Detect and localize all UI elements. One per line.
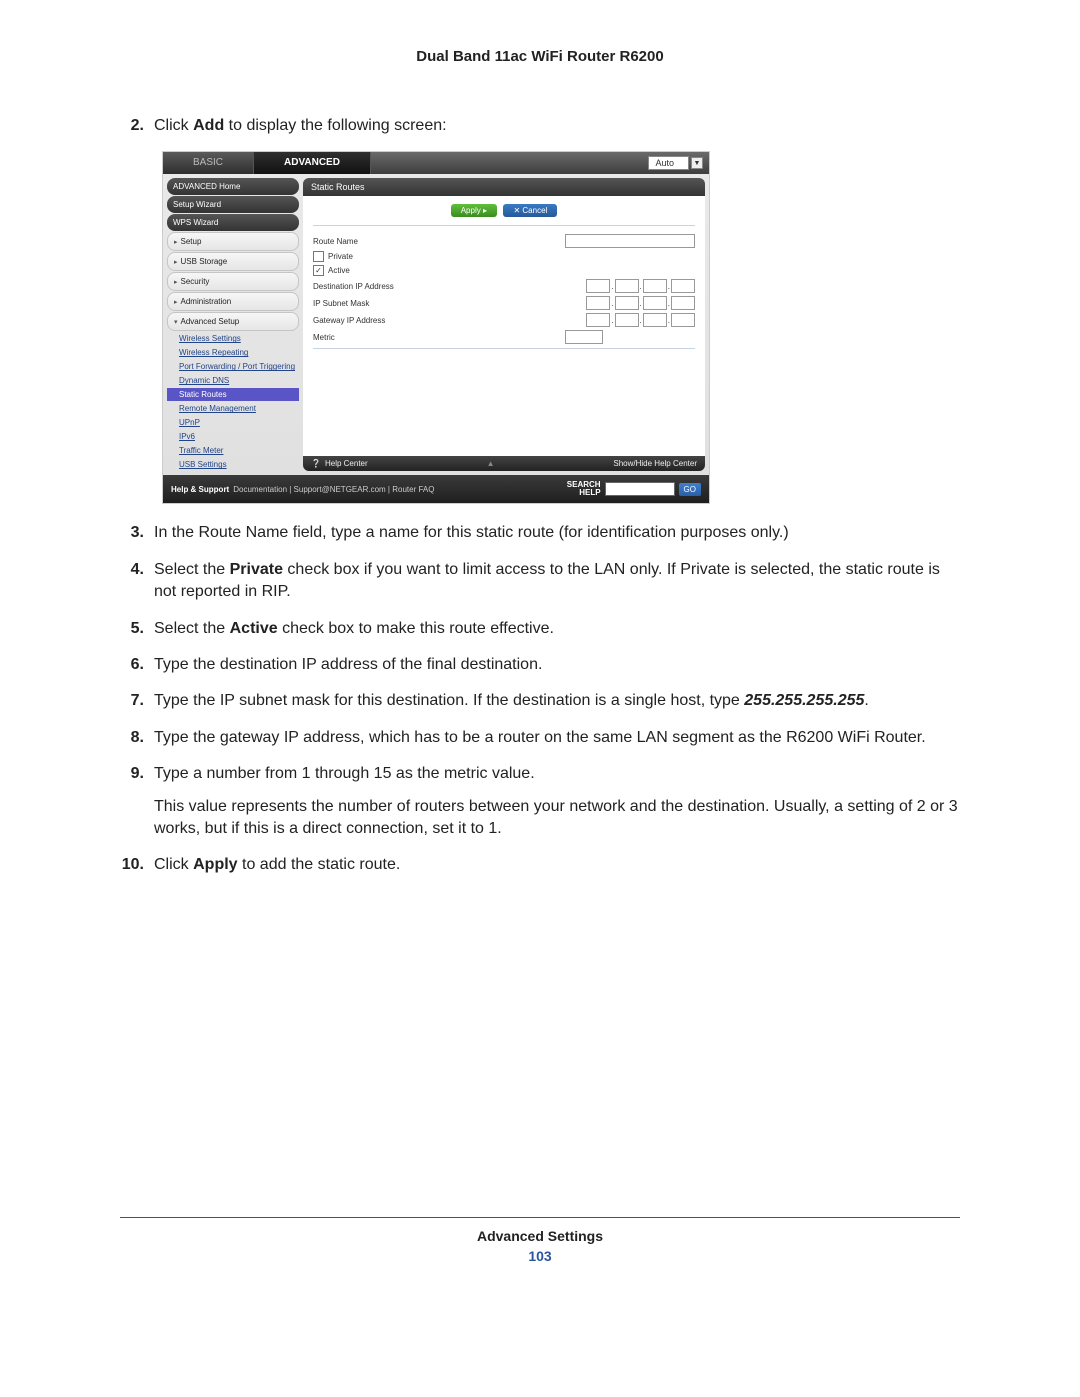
sidebar-subitem-ipv6[interactable]: IPv6	[167, 430, 299, 443]
step-number: 4.	[120, 559, 154, 604]
sidebar-subitem-traffic-meter[interactable]: Traffic Meter	[167, 444, 299, 457]
step-body: Select the Private check box if you want…	[154, 559, 960, 604]
private-checkbox[interactable]	[313, 251, 324, 262]
step-body: Type the IP subnet mask for this destina…	[154, 690, 960, 712]
sidebar: ADVANCED Home Setup Wizard WPS Wizard Se…	[167, 178, 299, 471]
step-3: 3. In the Route Name field, type a name …	[120, 522, 960, 544]
tab-basic[interactable]: BASIC	[163, 152, 254, 174]
step-7: 7. Type the IP subnet mask for this dest…	[120, 690, 960, 712]
step-4: 4. Select the Private check box if you w…	[120, 559, 960, 604]
go-button[interactable]: GO	[679, 483, 701, 496]
panel-title: Static Routes	[303, 178, 705, 196]
sidebar-item-wps-wizard[interactable]: WPS Wizard	[167, 214, 299, 231]
step-body: Type the gateway IP address, which has t…	[154, 727, 960, 749]
footer-section: Advanced Settings	[120, 1228, 960, 1244]
cancel-button[interactable]: ✕ Cancel	[503, 204, 557, 217]
active-checkbox[interactable]: ✓	[313, 265, 324, 276]
step-body: Click Apply to add the static route.	[154, 854, 960, 876]
sidebar-subitem-wireless-repeating[interactable]: Wireless Repeating	[167, 346, 299, 359]
sidebar-group-usb-storage[interactable]: USB Storage	[167, 252, 299, 271]
sidebar-group-advanced-setup[interactable]: Advanced Setup	[167, 312, 299, 331]
step-number: 5.	[120, 618, 154, 640]
sidebar-group-administration[interactable]: Administration	[167, 292, 299, 311]
subnet-mask-input[interactable]: ...	[586, 296, 695, 310]
step-number: 8.	[120, 727, 154, 749]
gateway-ip-input[interactable]: ...	[586, 313, 695, 327]
sidebar-subitem-port-forwarding[interactable]: Port Forwarding / Port Triggering	[167, 360, 299, 373]
dest-ip-input[interactable]: ...	[586, 279, 695, 293]
step-10: 10. Click Apply to add the static route.	[120, 854, 960, 876]
auto-dropdown-value: Auto	[648, 156, 689, 170]
help-support-label: Help & Support	[171, 485, 229, 494]
footer-page-number: 103	[120, 1248, 960, 1264]
step-number: 3.	[120, 522, 154, 544]
sidebar-subitem-remote-management[interactable]: Remote Management	[167, 402, 299, 415]
sidebar-subitem-upnp[interactable]: UPnP	[167, 416, 299, 429]
route-name-input[interactable]	[565, 234, 695, 248]
apply-button[interactable]: Apply ▸	[451, 204, 497, 217]
sidebar-subitem-static-routes[interactable]: Static Routes	[167, 388, 299, 401]
panel-content: Apply ▸ ✕ Cancel Route Name P	[303, 196, 705, 456]
help-center-label[interactable]: Help Center	[325, 459, 368, 468]
sidebar-item-setup-wizard[interactable]: Setup Wizard	[167, 196, 299, 213]
gateway-ip-label: Gateway IP Address	[313, 316, 433, 325]
sidebar-group-setup[interactable]: Setup	[167, 232, 299, 251]
search-label-b: HELP	[567, 489, 601, 497]
active-label: Active	[328, 266, 350, 275]
sidebar-subitem-wireless-settings[interactable]: Wireless Settings	[167, 332, 299, 345]
step-6: 6. Type the destination IP address of th…	[120, 654, 960, 676]
dest-ip-label: Destination IP Address	[313, 282, 433, 291]
chevron-down-icon[interactable]: ▼	[691, 157, 703, 169]
sidebar-group-security[interactable]: Security	[167, 272, 299, 291]
auto-dropdown[interactable]: Auto ▼	[648, 156, 703, 170]
private-label: Private	[328, 252, 353, 261]
step-body: Click Add to display the following scree…	[154, 115, 960, 137]
metric-input[interactable]	[565, 330, 603, 344]
step-5: 5. Select the Active check box to make t…	[120, 618, 960, 640]
router-screenshot: BASIC ADVANCED Auto ▼ ADVANCED Home Setu…	[162, 151, 710, 504]
page-rule	[120, 1217, 960, 1218]
step-2: 2. Click Add to display the following sc…	[120, 115, 960, 137]
step-number: 7.	[120, 690, 154, 712]
step-body: Select the Active check box to make this…	[154, 618, 960, 640]
document-header: Dual Band 11ac WiFi Router R6200	[120, 48, 960, 65]
search-help-input[interactable]	[605, 482, 675, 496]
step-number: 2.	[120, 115, 154, 137]
step-8: 8. Type the gateway IP address, which ha…	[120, 727, 960, 749]
help-icon: ❔	[311, 459, 321, 468]
tab-advanced[interactable]: ADVANCED	[254, 152, 371, 174]
help-center-bar: ❔ Help Center ▲ Show/Hide Help Center	[303, 456, 705, 471]
step-number: 10.	[120, 854, 154, 876]
step-9-extra: This value represents the number of rout…	[154, 796, 960, 841]
collapse-arrow-icon[interactable]: ▲	[487, 459, 495, 468]
step-body: In the Route Name field, type a name for…	[154, 522, 960, 544]
router-footer: Help & Support Documentation | Support@N…	[163, 475, 709, 503]
help-support-links[interactable]: Documentation | Support@NETGEAR.com | Ro…	[233, 485, 434, 494]
metric-label: Metric	[313, 333, 433, 342]
step-number: 9.	[120, 763, 154, 840]
step-body: Type the destination IP address of the f…	[154, 654, 960, 676]
step-number: 6.	[120, 654, 154, 676]
step-9: 9. Type a number from 1 through 15 as th…	[120, 763, 960, 840]
tab-bar: BASIC ADVANCED Auto ▼	[163, 152, 709, 174]
show-hide-help-link[interactable]: Show/Hide Help Center	[613, 459, 697, 468]
subnet-mask-label: IP Subnet Mask	[313, 299, 433, 308]
sidebar-subitem-usb-settings[interactable]: USB Settings	[167, 458, 299, 471]
sidebar-subitem-dynamic-dns[interactable]: Dynamic DNS	[167, 374, 299, 387]
sidebar-item-advanced-home[interactable]: ADVANCED Home	[167, 178, 299, 195]
step-body: Type a number from 1 through 15 as the m…	[154, 763, 960, 840]
route-name-label: Route Name	[313, 237, 433, 246]
